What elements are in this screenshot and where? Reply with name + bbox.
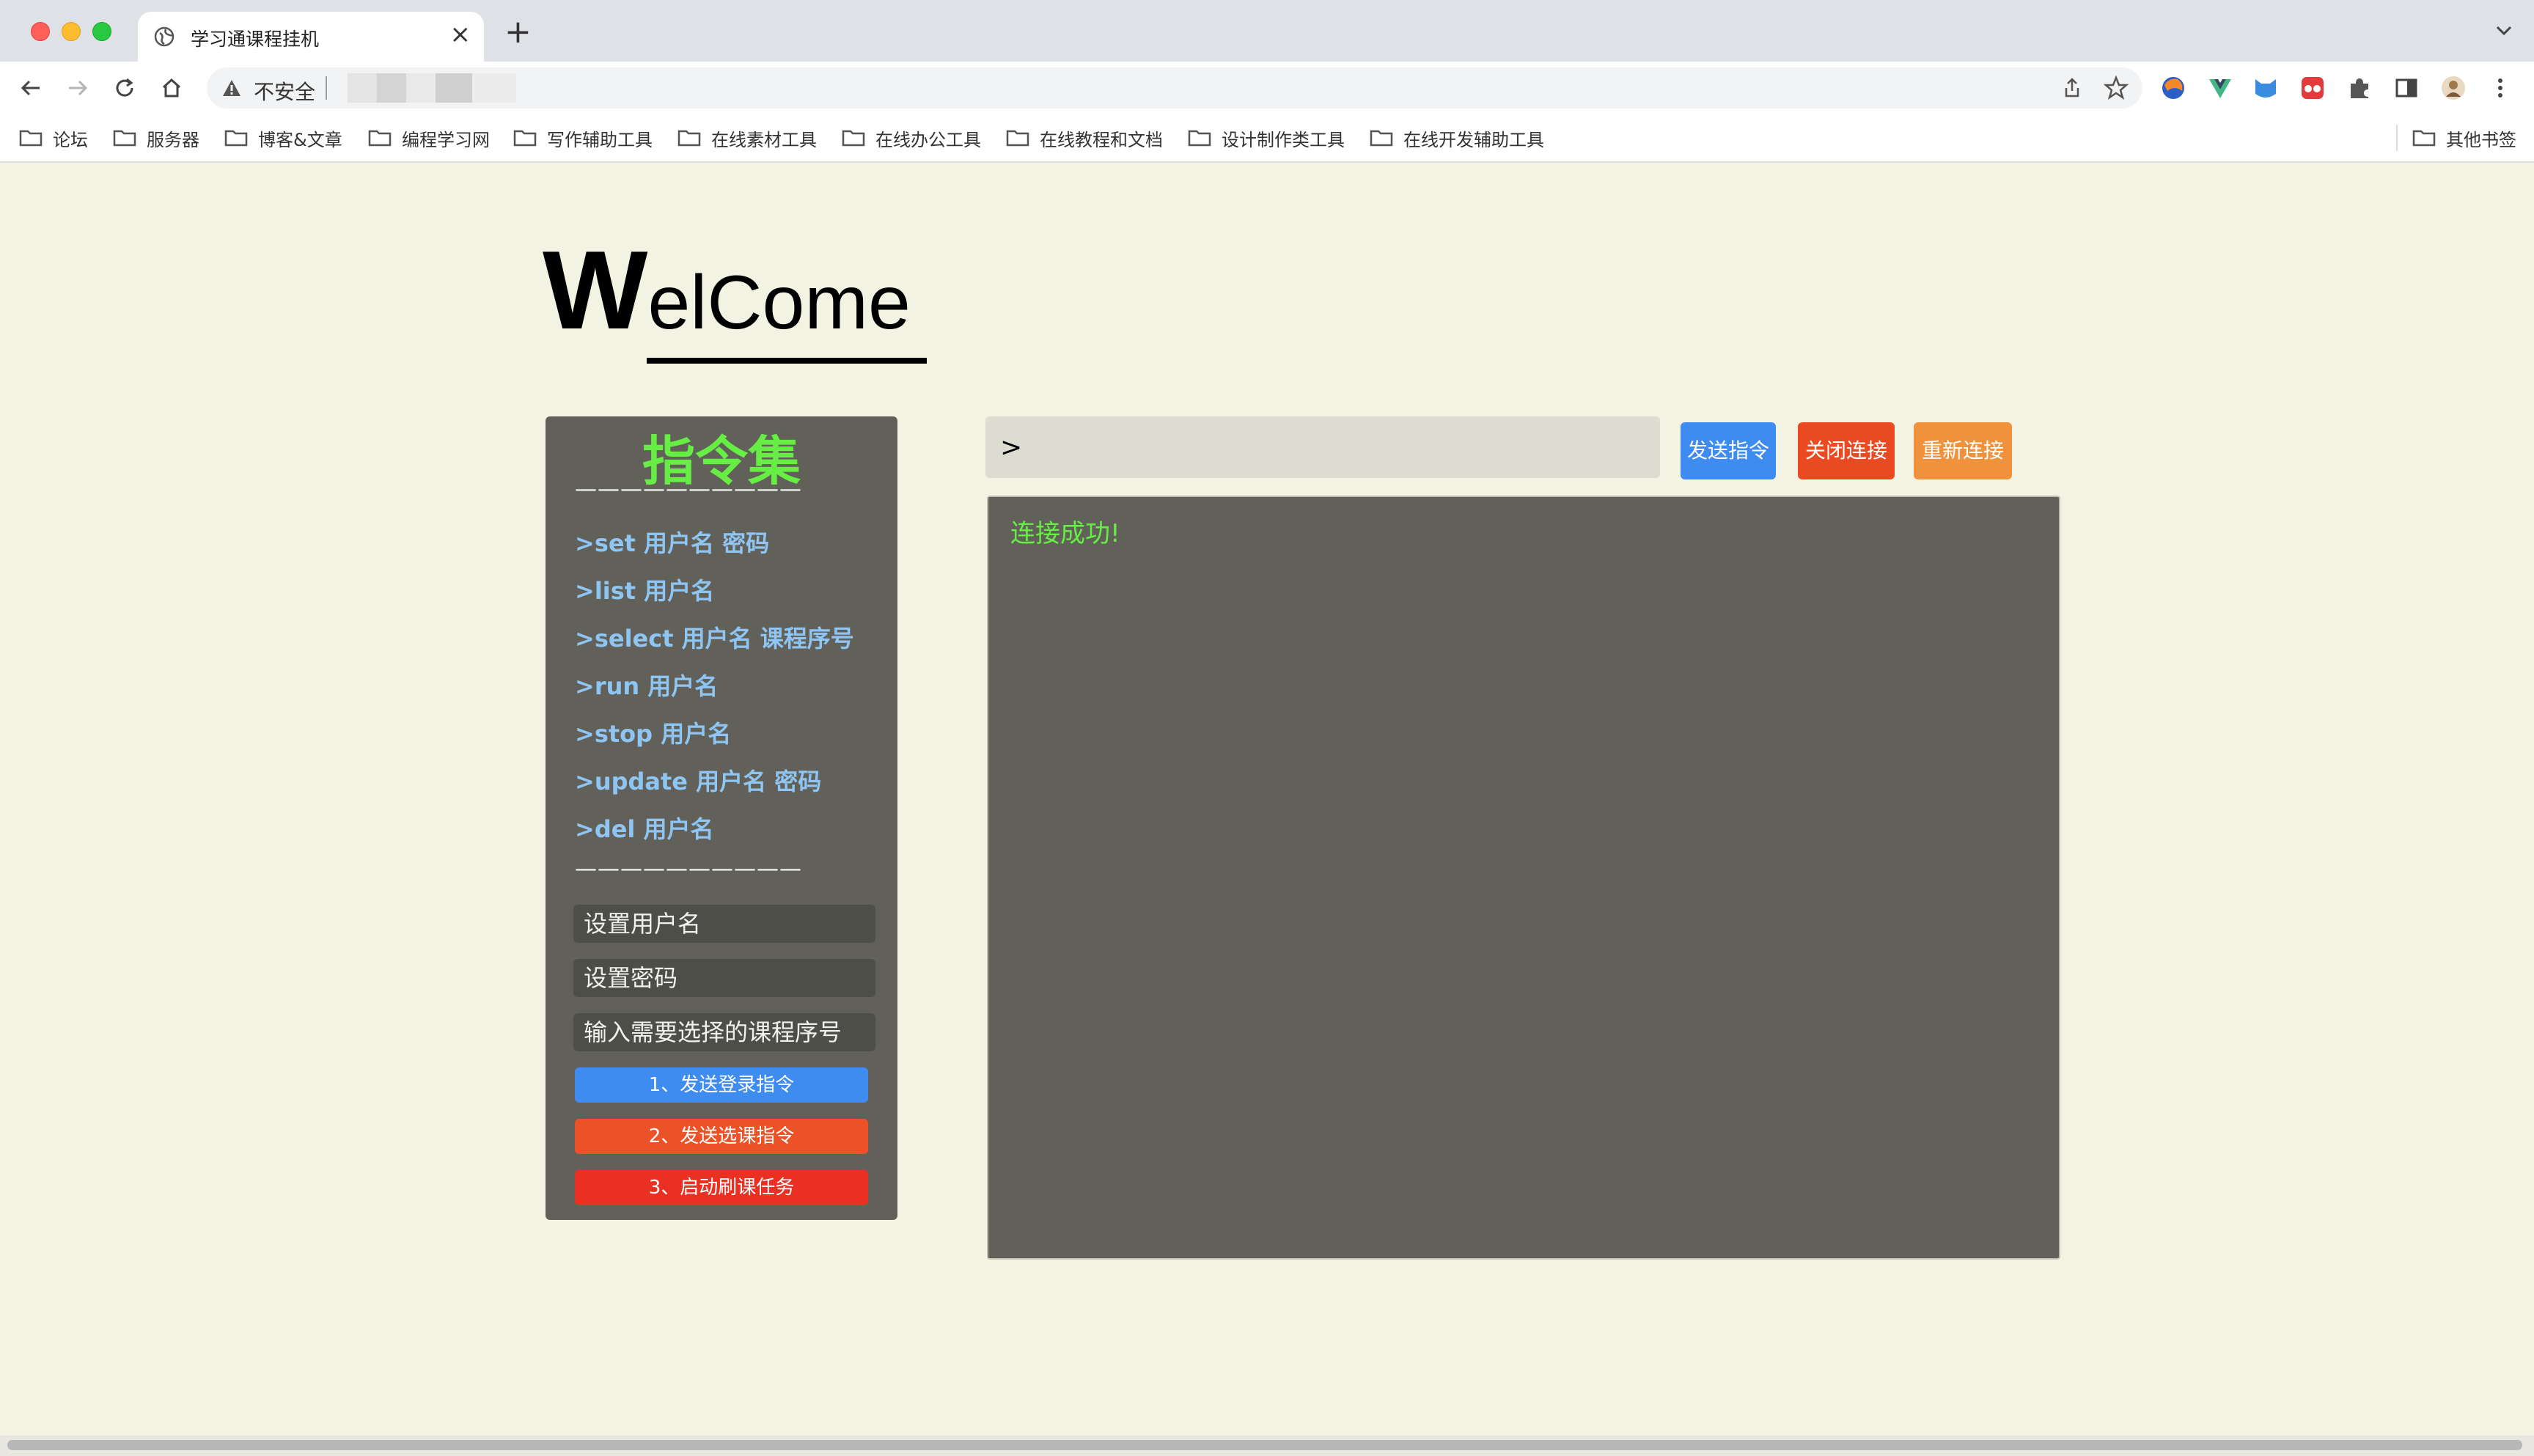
send-login-button[interactable]: 1、发送登录指令: [575, 1067, 868, 1103]
folder-icon: [368, 130, 392, 147]
browser-toolbar: 不安全: [0, 62, 2534, 114]
folder-icon: [113, 130, 136, 147]
welcome-heading: WelCome: [543, 235, 911, 346]
more-menu-icon[interactable]: [2487, 75, 2513, 101]
bookmark-label: 编程学习网: [402, 129, 490, 150]
send-command-button[interactable]: 发送指令: [1681, 422, 1776, 479]
command-run: >run 用户名: [575, 672, 719, 700]
vue-devtools-icon[interactable]: [2207, 75, 2233, 101]
bookmark-folder[interactable]: 写作辅助工具: [513, 122, 653, 154]
folder-icon: [1370, 130, 1393, 147]
console-message: 连接成功!: [1010, 519, 1120, 548]
folder-icon: [677, 130, 701, 147]
welcome-initial: W: [543, 228, 648, 353]
folder-icon: [842, 130, 865, 147]
command-list: >list 用户名: [575, 577, 715, 605]
bookmark-folder[interactable]: 在线办公工具: [842, 122, 981, 154]
puzzle-icon[interactable]: [2346, 75, 2373, 101]
bookmark-label: 写作辅助工具: [547, 129, 653, 150]
folder-icon: [513, 130, 537, 147]
horizontal-scrollbar[interactable]: [0, 1435, 2534, 1456]
bookmark-label: 在线教程和文档: [1040, 129, 1163, 150]
security-label: 不安全: [254, 80, 316, 104]
bookmark-label: 服务器: [147, 129, 199, 150]
bookmarks-bar: 论坛 服务器 博客&文章 编程学习网 写作辅助工具 在线素材工具 在线办公工具 …: [0, 114, 2534, 163]
bookmark-label: 在线办公工具: [875, 129, 981, 150]
command-input[interactable]: [985, 416, 1660, 478]
welcome-underline: [647, 358, 927, 364]
window-minimize-button[interactable]: [62, 22, 81, 41]
command-del: >del 用户名: [575, 815, 714, 843]
folder-icon: [1188, 130, 1211, 147]
other-bookmarks-folder[interactable]: 其他书签: [2412, 122, 2516, 154]
bookmark-folder[interactable]: 设计制作类工具: [1188, 122, 1345, 154]
side-panel-icon[interactable]: [2393, 75, 2420, 101]
bookmarks-separator: [2396, 125, 2398, 151]
bookmark-folder[interactable]: 在线教程和文档: [1006, 122, 1163, 154]
cat-extension-icon[interactable]: [2252, 75, 2279, 101]
divider: ——————————: [575, 477, 802, 502]
window-close-button[interactable]: [31, 22, 50, 41]
folder-icon: [224, 130, 248, 147]
bookmark-label: 论坛: [53, 129, 88, 150]
tab-title: 学习通课程挂机: [191, 29, 320, 50]
close-connection-button[interactable]: 关闭连接: [1798, 422, 1895, 479]
command-select: >select 用户名 课程序号: [575, 625, 854, 652]
welcome-rest: elCome: [647, 260, 911, 345]
share-icon[interactable]: [2060, 76, 2084, 100]
tab-close-icon[interactable]: ×: [450, 22, 471, 47]
firefox-extension-icon[interactable]: [2160, 75, 2186, 101]
redacted-url-part: [436, 73, 472, 103]
folder-icon: [1006, 130, 1029, 147]
warning-icon: [223, 80, 240, 96]
profile-avatar[interactable]: [2440, 75, 2467, 101]
folder-icon: [19, 130, 43, 147]
divider: ——————————: [575, 856, 802, 882]
command-panel: 指令集 —————————— >set 用户名 密码 >list 用户名 >se…: [546, 416, 897, 1220]
bookmark-label: 博客&文章: [258, 129, 342, 150]
red-extension-icon[interactable]: [2299, 75, 2326, 101]
globe-icon: [154, 26, 175, 47]
reconnect-button[interactable]: 重新连接: [1914, 422, 2012, 479]
command-update: >update 用户名 密码: [575, 768, 822, 795]
username-input[interactable]: [573, 905, 875, 943]
tab-strip: 学习通课程挂机 × +: [0, 0, 2534, 62]
browser-tab[interactable]: 学习通课程挂机 ×: [138, 12, 484, 62]
redacted-url-part: [406, 73, 436, 103]
bookmark-folder[interactable]: 编程学习网: [368, 122, 490, 154]
command-set: >set 用户名 密码: [575, 529, 770, 557]
start-task-button[interactable]: 3、启动刷课任务: [575, 1170, 868, 1205]
folder-icon: [2412, 130, 2436, 147]
bookmark-label: 在线开发辅助工具: [1403, 129, 1544, 150]
bookmark-folder[interactable]: 博客&文章: [224, 122, 342, 154]
bookmark-label: 设计制作类工具: [1222, 129, 1345, 150]
star-icon[interactable]: [2103, 75, 2129, 101]
scrollbar-thumb[interactable]: [7, 1440, 2522, 1450]
send-select-course-button[interactable]: 2、发送选课指令: [575, 1119, 868, 1154]
bookmark-label: 其他书签: [2446, 129, 2516, 150]
home-icon[interactable]: [157, 73, 186, 103]
password-input[interactable]: [573, 959, 875, 997]
bookmark-folder[interactable]: 在线素材工具: [677, 122, 817, 154]
bookmark-folder[interactable]: 论坛: [19, 122, 88, 154]
reload-icon[interactable]: [110, 73, 139, 103]
console-output: 连接成功!: [987, 496, 2060, 1260]
chevron-down-icon[interactable]: [2493, 19, 2515, 41]
redacted-url: [348, 73, 377, 103]
command-stop: >stop 用户名: [575, 720, 732, 748]
address-separator: [326, 76, 327, 100]
bookmark-folder[interactable]: 服务器: [113, 122, 199, 154]
redacted-url-part: [377, 73, 406, 103]
window-zoom-button[interactable]: [92, 22, 111, 41]
course-number-input[interactable]: [573, 1013, 875, 1051]
forward-arrow-icon[interactable]: [63, 73, 92, 103]
new-tab-button[interactable]: +: [504, 16, 532, 48]
back-arrow-icon[interactable]: [16, 73, 45, 103]
bookmark-label: 在线素材工具: [711, 129, 817, 150]
bookmark-folder[interactable]: 在线开发辅助工具: [1370, 122, 1544, 154]
redacted-url-part: [472, 73, 516, 103]
address-bar[interactable]: 不安全: [207, 67, 2142, 109]
